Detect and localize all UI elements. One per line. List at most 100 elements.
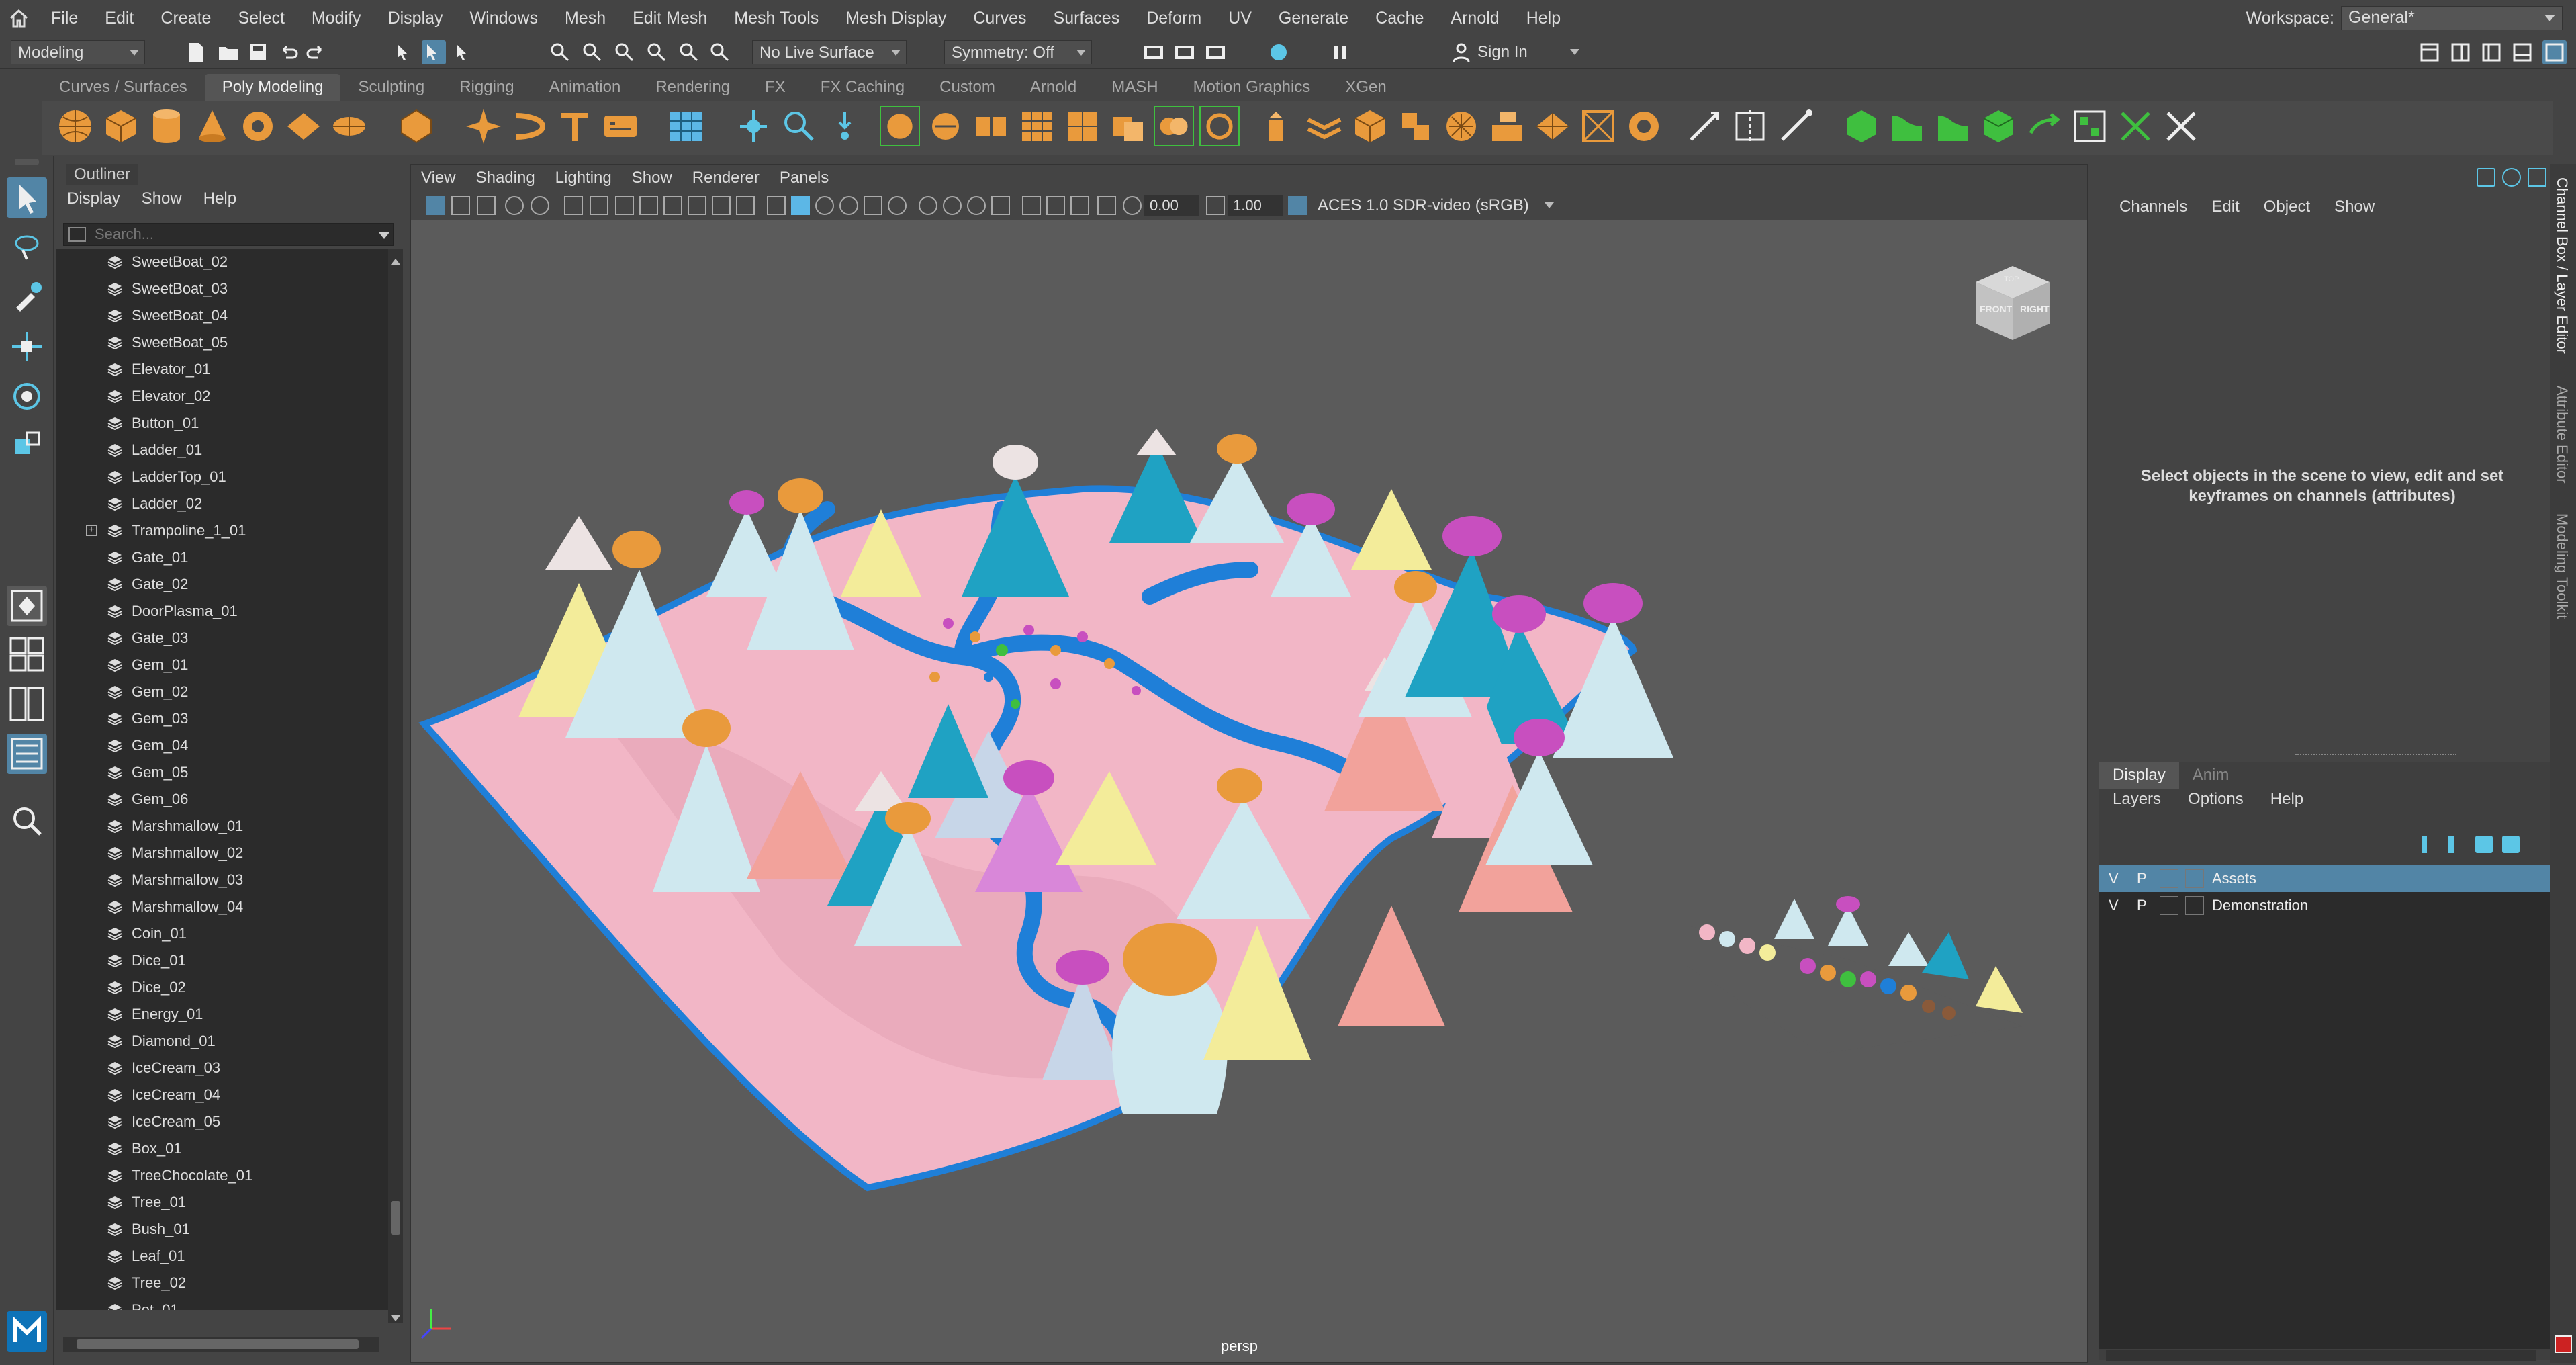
layer-playback-toggle[interactable]: P — [2137, 865, 2147, 892]
outliner-item[interactable]: Gate_01 — [56, 544, 388, 571]
outliner-item[interactable]: Gate_02 — [56, 571, 388, 598]
menu-file[interactable]: File — [38, 0, 91, 36]
smooth-icon[interactable] — [1017, 106, 1057, 146]
layer-row[interactable]: V P Assets — [2099, 865, 2550, 892]
redo-icon[interactable] — [304, 40, 328, 64]
menu-curves[interactable]: Curves — [960, 0, 1040, 36]
layer-menu-options[interactable]: Options — [2174, 790, 2257, 809]
viewport-panel[interactable]: View Shading Lighting Show Renderer Pane… — [410, 164, 2088, 1363]
search-icon[interactable] — [7, 801, 47, 841]
edit-pencil-icon[interactable] — [2528, 168, 2546, 187]
shelf-tab-mash[interactable]: MASH — [1094, 74, 1175, 101]
shelf-tab-fx[interactable]: FX — [747, 74, 803, 101]
menu-surfaces[interactable]: Surfaces — [1040, 0, 1134, 36]
shelf-tab-curves-surfaces[interactable]: Curves / Surfaces — [42, 74, 205, 101]
select-by-hierarchy-icon[interactable] — [392, 40, 416, 64]
outliner-item[interactable]: TreeChocolate_01 — [56, 1162, 388, 1189]
shelf-tab-xgen[interactable]: XGen — [1328, 74, 1404, 101]
menu-edit-mesh[interactable]: Edit Mesh — [619, 0, 721, 36]
fill-hole-icon[interactable] — [1441, 106, 1481, 146]
hypershade-icon[interactable] — [1267, 40, 1291, 64]
snap-point-icon[interactable] — [612, 40, 637, 64]
view-cube-right-label[interactable]: RIGHT — [2020, 304, 2050, 314]
menu-create[interactable]: Create — [147, 0, 224, 36]
svg-tool-icon[interactable] — [600, 106, 641, 146]
poke-icon[interactable] — [1532, 106, 1573, 146]
outliner-item[interactable]: SweetBoat_05 — [56, 329, 388, 356]
menu-uv[interactable]: UV — [1215, 0, 1265, 36]
sew-uv-icon[interactable] — [2161, 106, 2201, 146]
rotate-tool-icon[interactable] — [7, 376, 47, 416]
outliner-item[interactable]: Ladder_02 — [56, 490, 388, 517]
outliner-item[interactable]: Tree_02 — [56, 1270, 388, 1296]
outliner-item[interactable]: SweetBoat_02 — [56, 249, 388, 275]
layer-display-type[interactable] — [2160, 869, 2178, 888]
save-scene-icon[interactable] — [246, 40, 270, 64]
outliner-item[interactable]: Ladder_01 — [56, 437, 388, 464]
menu-mesh-display[interactable]: Mesh Display — [832, 0, 960, 36]
world-icon[interactable] — [2502, 168, 2521, 187]
outliner-item[interactable]: Dice_01 — [56, 947, 388, 974]
layer-name[interactable]: Demonstration — [2212, 892, 2308, 919]
color-management-icon[interactable] — [1288, 196, 1307, 215]
sign-in-dropdown[interactable]: Sign In — [1471, 40, 1585, 64]
outliner-item[interactable]: + Trampoline_1_01 — [56, 517, 388, 544]
search-options-chevron-icon[interactable] — [379, 232, 389, 245]
target-weld-icon[interactable] — [1776, 106, 1816, 146]
channel-box-menu-channels[interactable]: Channels — [2106, 197, 2198, 216]
color-space-dropdown[interactable]: ACES 1.0 SDR-video (sRGB) — [1311, 193, 1559, 216]
new-scene-icon[interactable] — [184, 40, 208, 64]
field-chart-icon[interactable] — [688, 196, 706, 215]
layer-tab-display[interactable]: Display — [2099, 762, 2179, 789]
menu-display[interactable]: Display — [375, 0, 457, 36]
poly-disc-icon[interactable] — [329, 106, 369, 146]
uv-layout-icon[interactable] — [2070, 106, 2110, 146]
outliner-item[interactable]: Gem_01 — [56, 652, 388, 678]
outliner-item[interactable]: Gem_04 — [56, 732, 388, 759]
side-tab-modeling-toolkit[interactable]: Modeling Toolkit — [2553, 513, 2571, 619]
poly-sphere-icon[interactable] — [55, 106, 95, 146]
layer-visibility-toggle[interactable]: V — [2109, 892, 2119, 919]
layer-row[interactable]: V P Demonstration — [2099, 892, 2550, 919]
snap-edge-icon[interactable] — [708, 40, 732, 64]
outliner-item[interactable]: DoorPlasma_01 — [56, 598, 388, 625]
outliner-search-input[interactable] — [63, 223, 394, 246]
soft-select-icon[interactable] — [880, 106, 920, 146]
outliner-item[interactable]: Pot_01 — [56, 1296, 388, 1310]
xray-icon[interactable] — [1046, 196, 1065, 215]
shelf-tab-poly-modeling[interactable]: Poly Modeling — [204, 74, 341, 101]
shelf-tab-animation[interactable]: Animation — [532, 74, 639, 101]
screen-space-ao-icon[interactable] — [919, 196, 937, 215]
mash-network-icon[interactable] — [666, 106, 706, 146]
layer-color-swatch[interactable] — [2185, 896, 2204, 915]
menu-cache[interactable]: Cache — [1362, 0, 1437, 36]
uv-editor-icon[interactable] — [1841, 106, 1882, 146]
side-tab-attribute-editor[interactable]: Attribute Editor — [2553, 386, 2571, 484]
image-plane-icon[interactable] — [505, 196, 524, 215]
xray-joints-icon[interactable] — [1070, 196, 1089, 215]
outliner-item[interactable]: Gem_02 — [56, 678, 388, 705]
menu-help[interactable]: Help — [1513, 0, 1574, 36]
poly-cube-icon[interactable] — [101, 106, 141, 146]
panel-splitter[interactable] — [2295, 754, 2456, 756]
cut-uv-icon[interactable] — [2115, 106, 2156, 146]
live-surface-dropdown[interactable]: No Live Surface — [752, 40, 907, 64]
viewport-menu-lighting[interactable]: Lighting — [545, 169, 622, 187]
toggle-modeling-toolkit-icon[interactable] — [2510, 40, 2534, 64]
scrollbar-thumb[interactable] — [391, 1201, 400, 1235]
shelf-tab-rigging[interactable]: Rigging — [442, 74, 531, 101]
outliner-item[interactable]: Gem_05 — [56, 759, 388, 786]
outliner-item[interactable]: IceCream_05 — [56, 1108, 388, 1135]
separate-icon[interactable] — [971, 106, 1011, 146]
channel-box-menu-edit[interactable]: Edit — [2198, 197, 2250, 216]
textured-icon[interactable] — [839, 196, 858, 215]
scene-canvas[interactable] — [411, 220, 2087, 1362]
circularize-icon[interactable] — [1624, 106, 1664, 146]
outliner-title[interactable]: Outliner — [66, 164, 139, 185]
viewport-menu-renderer[interactable]: Renderer — [682, 169, 770, 187]
shelf-tab-rendering[interactable]: Rendering — [638, 74, 747, 101]
planar-map-icon[interactable] — [1887, 106, 1927, 146]
snap-curve-icon[interactable] — [580, 40, 604, 64]
poly-cone-icon[interactable] — [192, 106, 232, 146]
scroll-up-arrow-icon[interactable] — [391, 254, 400, 265]
